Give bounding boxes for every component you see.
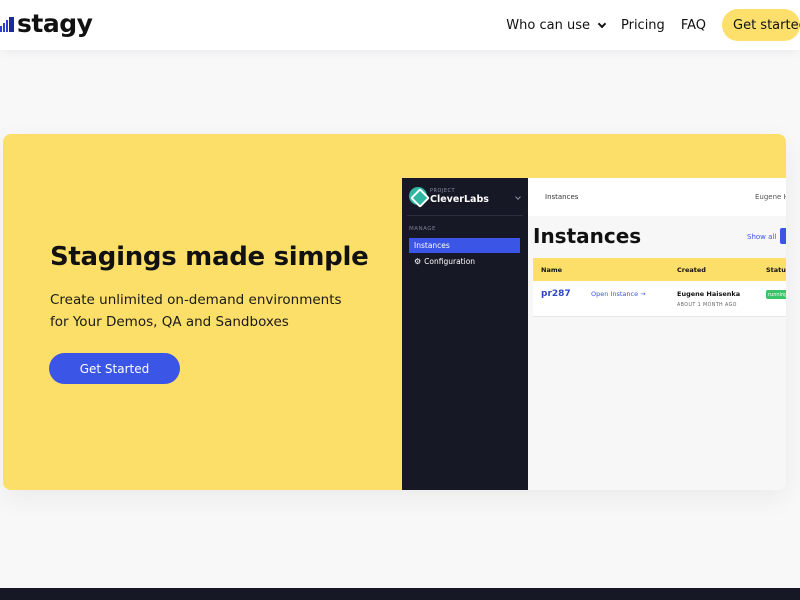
page-title: Instances <box>533 224 642 248</box>
created-ago: ABOUT 1 MONTH AGO <box>677 303 737 308</box>
column-header-name: Name <box>541 266 563 274</box>
nav-who-can-use-label: Who can use <box>506 17 590 33</box>
show-all-link[interactable]: Show all <box>747 233 776 241</box>
table-row: pr287 Open Instance → Eugene Haisenka AB… <box>533 281 786 317</box>
open-instance-link[interactable]: Open Instance → <box>591 290 646 298</box>
sidebar-item-instances[interactable]: Instances <box>409 238 520 253</box>
column-header-created: Created <box>677 266 706 274</box>
logo-bars-icon <box>0 16 15 32</box>
site-header: stagy Who can use Pricing FAQ Get starte… <box>0 0 800 50</box>
project-name: CleverLabs <box>430 194 489 205</box>
project-logo-icon <box>409 187 427 205</box>
hero-subtitle: Create unlimited on-demand environments … <box>50 292 342 330</box>
column-header-status: Status <box>766 266 786 274</box>
site-footer <box>0 588 800 600</box>
sidebar-item-configuration[interactable]: ⚙ Configuration <box>409 254 520 269</box>
preview-content: Instances Show all Name Created Status p… <box>528 216 786 490</box>
chevron-down-icon <box>597 19 607 28</box>
main-nav: Who can use Pricing FAQ Get started <box>506 0 800 50</box>
sidebar-section-label: MANAGE <box>409 226 437 232</box>
nav-pricing[interactable]: Pricing <box>621 18 665 33</box>
stagy-logo[interactable]: stagy <box>0 9 93 38</box>
hero-title: Stagings made simple <box>50 242 369 272</box>
new-instance-button[interactable] <box>780 228 786 244</box>
preview-sidebar: PROJECT CleverLabs MANAGE Instances ⚙ Co… <box>402 178 528 490</box>
status-badge: running <box>766 290 786 299</box>
gear-icon: ⚙ <box>414 257 422 266</box>
preview-main: Instances Eugene H Instances Show all Na… <box>528 178 786 490</box>
get-started-hero-button[interactable]: Get Started <box>49 353 180 384</box>
project-switcher[interactable]: PROJECT CleverLabs <box>409 187 523 213</box>
nav-who-can-use[interactable]: Who can use <box>506 17 607 33</box>
app-preview: PROJECT CleverLabs MANAGE Instances ⚙ Co… <box>402 178 786 490</box>
sidebar-item-label: Instances <box>414 241 450 250</box>
hero-section: Stagings made simple Create unlimited on… <box>3 134 786 490</box>
nav-faq[interactable]: FAQ <box>681 18 706 33</box>
get-started-nav-button[interactable]: Get started <box>722 9 800 41</box>
instance-name-link[interactable]: pr287 <box>541 289 571 299</box>
table-header: Name Created Status <box>533 258 786 281</box>
logo-text: stagy <box>17 9 93 38</box>
created-by: Eugene Haisenka <box>677 290 741 298</box>
preview-topbar: Instances Eugene H <box>528 178 786 216</box>
user-name[interactable]: Eugene H <box>755 193 786 201</box>
sidebar-item-label: Configuration <box>424 257 476 266</box>
sidebar-divider <box>407 215 523 216</box>
chevron-down-icon <box>515 194 521 200</box>
breadcrumb[interactable]: Instances <box>545 193 578 201</box>
